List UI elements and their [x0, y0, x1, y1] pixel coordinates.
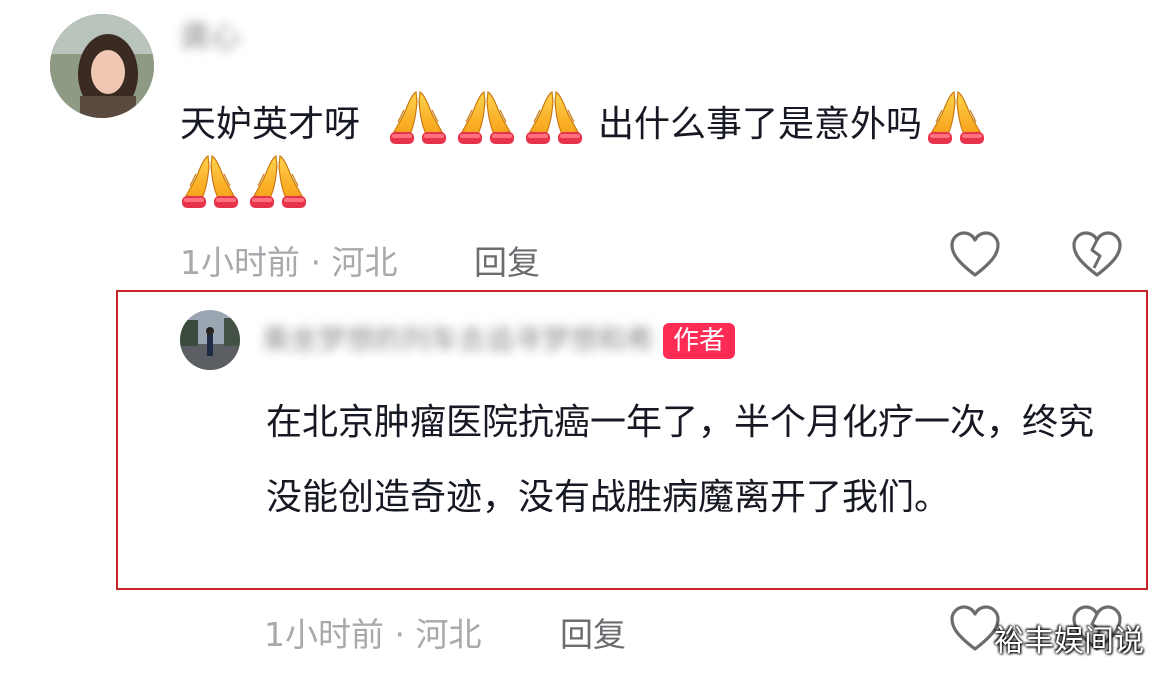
comment-time-location: 1小时前 · 河北	[180, 243, 398, 282]
comment-text-part1: 天妒英才呀	[180, 104, 361, 145]
comment-text-part2: 出什么事了是意外吗	[598, 104, 923, 145]
broken-heart-icon	[1072, 231, 1122, 277]
commenter-username[interactable]: 龚心	[180, 12, 240, 56]
reply-text: 在北京肿瘤医院抗癌一年了，半个月化疗一次，终究没能创造奇迹，没有战胜病魔离开了我…	[266, 402, 1095, 518]
avatar-photo	[50, 14, 154, 118]
reply-reply-button[interactable]: 回复	[560, 608, 626, 656]
comment-like-button[interactable]	[948, 230, 1002, 280]
commenter-avatar[interactable]	[50, 14, 154, 118]
folded-hands-emoji	[926, 88, 986, 146]
folded-hands-emoji	[456, 88, 516, 146]
comment-reply-button[interactable]: 回复	[474, 236, 540, 284]
heart-outline-icon	[950, 231, 1000, 277]
folded-hands-emoji	[180, 152, 240, 210]
reply-time-location: 1小时前 · 河北	[264, 615, 482, 654]
author-username[interactable]: 乘坐梦想的列车去追寻梦想和希望	[262, 318, 652, 358]
avatar-photo	[180, 310, 240, 370]
watermark-text: 裕丰娱间说	[994, 624, 1144, 659]
folded-hands-emoji	[388, 88, 448, 146]
author-avatar[interactable]	[180, 310, 240, 370]
comment-dislike-button[interactable]	[1070, 230, 1124, 280]
author-badge: 作者	[663, 323, 736, 359]
comment-emoji-line	[176, 152, 312, 210]
folded-hands-emoji	[524, 88, 584, 146]
folded-hands-emoji	[248, 152, 308, 210]
comment-text: 天妒英才呀 出什么事了是意外吗	[180, 88, 1100, 152]
